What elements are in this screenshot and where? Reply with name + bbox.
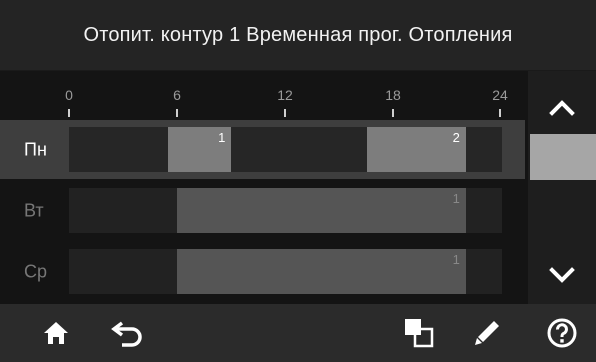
- segment-label: 1: [452, 191, 460, 206]
- day-row-tuesday[interactable]: Вт 1: [0, 181, 525, 240]
- segment-label: 1: [452, 252, 460, 267]
- tick-mark: [68, 109, 70, 117]
- schedule-segment[interactable]: 1: [168, 127, 232, 172]
- home-icon: [44, 322, 68, 344]
- edit-button[interactable]: [452, 304, 522, 362]
- tick-label: 12: [277, 87, 293, 103]
- back-icon: [111, 321, 142, 347]
- day-track[interactable]: 1: [69, 188, 502, 233]
- segment-label: 1: [218, 130, 226, 145]
- help-button[interactable]: [527, 304, 596, 362]
- day-row-wednesday[interactable]: Ср 1: [0, 242, 525, 301]
- segment-label: 2: [452, 130, 460, 145]
- day-label: Вт: [24, 200, 44, 220]
- schedule-panel: 0 6 12 18 24 Пн 1 2 Вт 1 Ср 1: [0, 71, 528, 304]
- schedule-segment[interactable]: 2: [366, 127, 466, 172]
- home-button[interactable]: [21, 304, 91, 362]
- tick-label: 0: [65, 87, 73, 103]
- tick-mark: [284, 109, 286, 117]
- scrollbar-thumb[interactable]: [530, 134, 596, 180]
- tick-mark: [392, 109, 394, 117]
- time-scale: 0 6 12 18 24: [0, 71, 528, 119]
- day-label: Ср: [24, 261, 48, 281]
- tick-label: 6: [173, 87, 181, 103]
- scroll-down-button[interactable]: [528, 246, 596, 306]
- copy-icon: [405, 319, 434, 348]
- schedule-segment[interactable]: 1: [177, 188, 466, 233]
- copy-button[interactable]: [384, 304, 454, 362]
- back-button[interactable]: [93, 304, 163, 362]
- chevron-down-icon: [549, 267, 575, 283]
- bottom-toolbar: [0, 304, 596, 362]
- tick-label: 24: [492, 87, 508, 103]
- help-icon: [547, 318, 577, 348]
- tick-mark: [499, 109, 501, 117]
- chevron-up-icon: [549, 100, 575, 116]
- tick-label: 18: [385, 87, 401, 103]
- day-track[interactable]: 1: [69, 249, 502, 294]
- pencil-icon: [475, 321, 499, 345]
- day-label: Пн: [24, 139, 47, 159]
- tick-mark: [176, 109, 178, 117]
- title-bar: Отопит. контур 1 Временная прог. Отоплен…: [0, 0, 596, 71]
- schedule-segment[interactable]: 1: [177, 249, 466, 294]
- day-track[interactable]: 1 2: [69, 127, 502, 172]
- scroll-up-button[interactable]: [528, 77, 596, 137]
- scroll-sidebar: [528, 71, 596, 304]
- day-row-monday[interactable]: Пн 1 2: [0, 120, 525, 179]
- page-title: Отопит. контур 1 Временная прог. Отоплен…: [83, 23, 513, 46]
